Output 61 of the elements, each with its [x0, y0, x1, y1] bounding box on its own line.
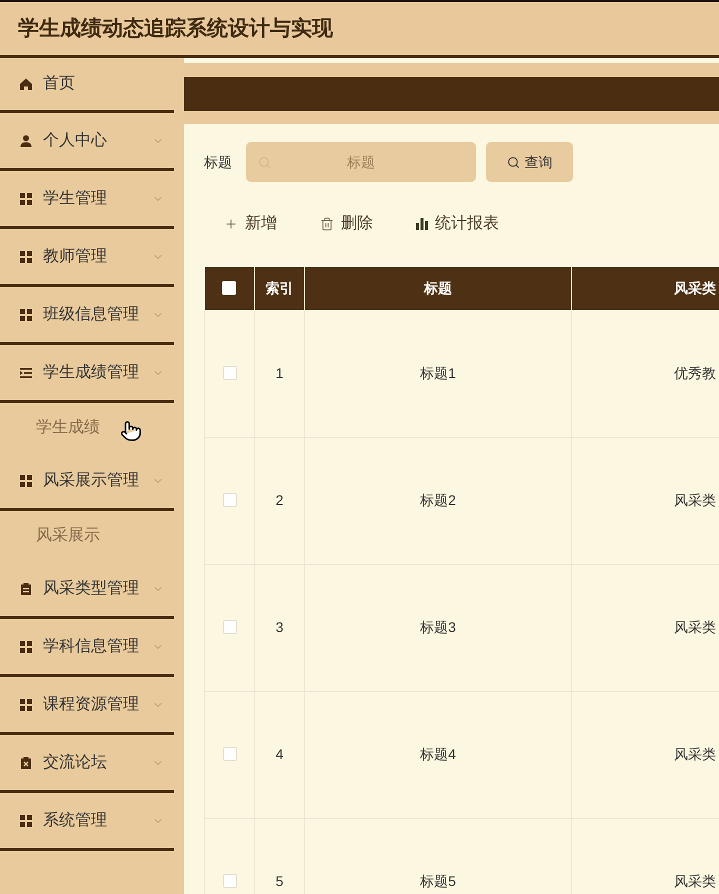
table-cell: 4 [254, 691, 304, 818]
column-header: 标题 [304, 267, 572, 310]
trash-icon [320, 217, 334, 231]
toolbar-button[interactable]: 新增 [204, 204, 297, 244]
row-checkbox[interactable] [222, 620, 236, 634]
table-cell: 标题3 [304, 564, 572, 691]
grid-icon [20, 250, 32, 262]
table-cell: 风采类 [572, 818, 719, 894]
select-all-checkbox[interactable] [222, 281, 236, 296]
sidebar-item[interactable]: 个人中心 [0, 113, 174, 171]
table-cell: 标题4 [304, 691, 572, 818]
table-cell: 风采类 [572, 564, 719, 691]
row-checkbox[interactable] [222, 747, 236, 762]
grid-icon [20, 814, 32, 826]
row-checkbox[interactable] [222, 366, 236, 380]
grid-icon [20, 192, 32, 204]
table-cell: 标题2 [304, 437, 572, 564]
sidebar-item[interactable]: 教师管理 [0, 229, 174, 287]
hand-cursor-icon [120, 420, 142, 442]
grid-icon [20, 474, 32, 486]
app-title: 学生成绩动态追踪系统设计与实现 [18, 16, 333, 42]
sidebar-item[interactable]: 学生成绩管理 [0, 345, 174, 403]
toolbar-button[interactable]: 删除 [300, 204, 393, 244]
column-header: 索引 [254, 267, 304, 310]
grid-icon [20, 640, 32, 652]
sidebar-item[interactable]: 风采类型管理 [0, 561, 174, 619]
plus-icon [224, 217, 238, 231]
search-icon [506, 156, 520, 168]
search-field[interactable]: 标题 [246, 142, 476, 182]
row-checkbox[interactable] [222, 493, 236, 508]
table-cell: 5 [254, 818, 304, 894]
grid-icon [20, 698, 32, 710]
search-label: 标题 [204, 152, 233, 172]
table-cell: 风采类 [572, 437, 719, 564]
search-icon [258, 156, 271, 169]
search-button[interactable]: 查询 [486, 142, 573, 182]
column-header: 风采类 [572, 267, 719, 310]
sidebar-item[interactable]: 学生管理 [0, 171, 174, 229]
grid-icon [20, 308, 32, 320]
table-cell: 3 [254, 564, 304, 691]
sidebar-item[interactable]: 系统管理 [0, 793, 174, 851]
sidebar-item[interactable]: 交流论坛 [0, 735, 174, 793]
sidebar-item[interactable]: 学科信息管理 [0, 619, 174, 677]
table-cell: 标题1 [304, 310, 572, 437]
table-cell: 标题5 [304, 818, 572, 894]
table-cell: 2 [254, 437, 304, 564]
table-cell: 风采类 [572, 691, 719, 818]
table-cell: 1 [254, 310, 304, 437]
user-icon [20, 134, 32, 146]
toolbar-button[interactable]: 统计报表 [396, 204, 519, 244]
row-checkbox[interactable] [222, 874, 236, 888]
sidebar-item[interactable]: 首页 [0, 58, 174, 113]
bar-chart-icon [416, 218, 428, 230]
table-cell: 优秀教 [572, 310, 719, 437]
clipboard-icon [20, 582, 32, 594]
sidebar-item[interactable]: 班级信息管理 [0, 287, 174, 345]
clipboard-x-icon [20, 756, 32, 768]
home-icon [20, 78, 32, 90]
menu-lines-icon [20, 366, 32, 378]
sidebar-item[interactable]: 风采展示管理 [0, 453, 174, 511]
sidebar-item[interactable]: 课程资源管理 [0, 677, 174, 735]
